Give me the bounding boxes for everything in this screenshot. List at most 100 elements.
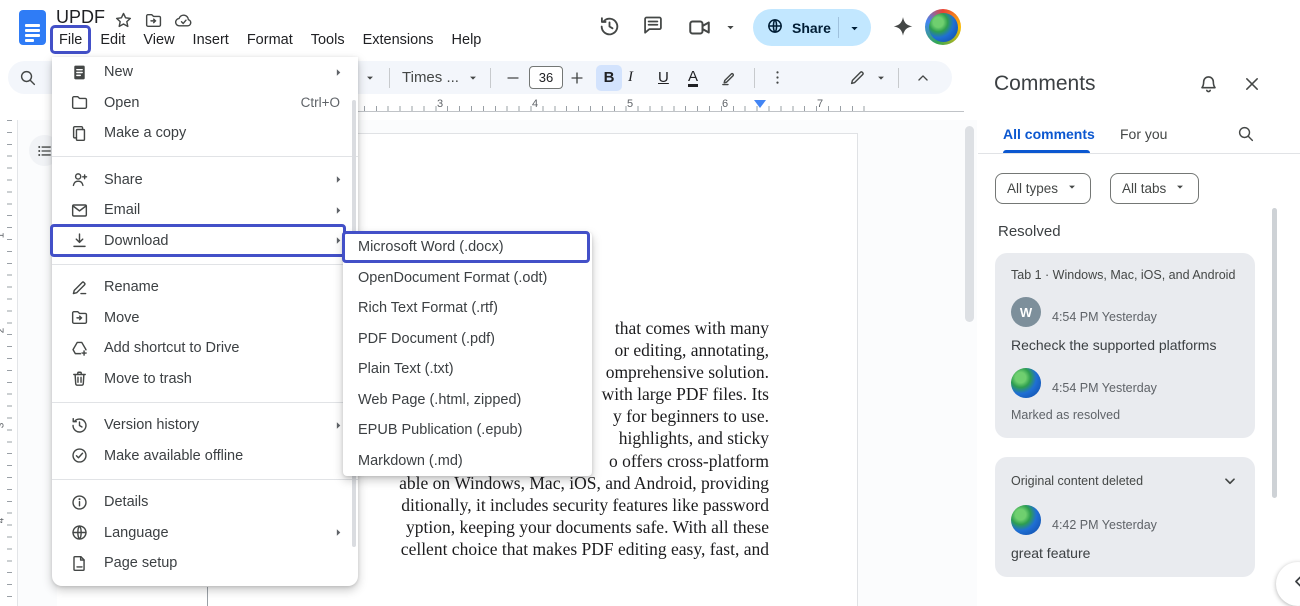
- vertical-ruler: 1234: [0, 120, 13, 606]
- menubar-item-view[interactable]: View: [134, 29, 183, 51]
- version-history-icon[interactable]: [598, 15, 621, 43]
- menu-item-new[interactable]: New: [52, 57, 358, 88]
- menu-item-label: Share: [104, 172, 143, 188]
- chevron-down-icon[interactable]: [1221, 472, 1239, 490]
- submenu-item-pdf-document-pdf[interactable]: PDF Document (.pdf): [343, 324, 592, 355]
- pen-mode-icon[interactable]: [848, 61, 867, 94]
- menubar-item-extensions[interactable]: Extensions: [354, 29, 443, 51]
- pen-dropdown-caret-icon[interactable]: [874, 61, 888, 94]
- menu-item-rename[interactable]: Rename: [52, 272, 358, 303]
- share-button-divider: [838, 17, 839, 38]
- filter-all-tabs[interactable]: All tabs: [1110, 173, 1199, 204]
- menu-item-move[interactable]: Move: [52, 303, 358, 334]
- drive-add-icon: [70, 339, 89, 358]
- share-dropdown-caret-icon[interactable]: [847, 21, 862, 41]
- menu-divider: [52, 264, 358, 265]
- menu-divider: [52, 479, 358, 480]
- menu-item-make-a-copy[interactable]: Make a copy: [52, 118, 358, 149]
- bold-button[interactable]: B: [596, 65, 622, 91]
- italic-button[interactable]: I: [628, 61, 654, 94]
- history-icon: [70, 416, 89, 435]
- font-family-caret-icon[interactable]: [466, 61, 480, 94]
- comment-card[interactable]: Original content deleted4:42 PM Yesterda…: [995, 457, 1255, 577]
- meet-videocam-icon[interactable]: [687, 15, 712, 45]
- filter-all-types[interactable]: All types: [995, 173, 1091, 204]
- trash-icon: [70, 369, 89, 388]
- font-size-input[interactable]: 36: [529, 66, 563, 89]
- font-family-select[interactable]: Times ...: [402, 61, 459, 94]
- globe-icon: [70, 523, 89, 542]
- submenu-item-epub-publication-epub[interactable]: EPUB Publication (.epub): [343, 415, 592, 446]
- increase-font-size-icon[interactable]: [568, 61, 586, 94]
- hide-menus-chevron-up-icon[interactable]: [914, 61, 932, 94]
- filter-label: All types: [1007, 181, 1058, 196]
- email-icon: [70, 201, 89, 220]
- menu-item-share[interactable]: Share: [52, 165, 358, 196]
- menu-item-page-setup[interactable]: Page setup: [52, 548, 358, 579]
- ruler-number: 4: [0, 518, 6, 524]
- notifications-bell-icon[interactable]: [1198, 74, 1219, 100]
- menubar-item-tools[interactable]: Tools: [302, 29, 354, 51]
- text-color-button[interactable]: A: [688, 61, 714, 94]
- comments-scrollbar[interactable]: [1272, 208, 1277, 498]
- search-comments-icon[interactable]: [1236, 124, 1255, 148]
- page-icon: [70, 554, 89, 573]
- ruler-baseline: [352, 111, 964, 112]
- underline-button[interactable]: U: [658, 61, 684, 94]
- menubar-item-help[interactable]: Help: [443, 29, 491, 51]
- submenu-arrow-icon: [331, 525, 346, 540]
- filter-label: All tabs: [1122, 181, 1166, 196]
- horizontal-ruler: 34567: [352, 96, 964, 116]
- comment-cards: Tab 1 · Windows, Mac, iOS, and AndroidW4…: [995, 253, 1255, 577]
- menu-divider: [52, 156, 358, 157]
- submenu-item-markdown-md[interactable]: Markdown (.md): [343, 446, 592, 477]
- submenu-item-opendocument-format-odt[interactable]: OpenDocument Format (.odt): [343, 263, 592, 294]
- menu-item-open[interactable]: OpenCtrl+O: [52, 88, 358, 119]
- submenu-item-web-page-html-zipped[interactable]: Web Page (.html, zipped): [343, 385, 592, 416]
- highlighter-icon[interactable]: [720, 61, 739, 94]
- document-scrollbar[interactable]: [965, 126, 974, 322]
- avatar: W: [1011, 297, 1041, 327]
- styles-dropdown-caret-icon[interactable]: [363, 61, 377, 94]
- person-add-icon: [70, 170, 89, 189]
- menu-item-label: Move to trash: [104, 371, 192, 387]
- google-docs-logo-icon[interactable]: [19, 10, 46, 45]
- submenu-item-rich-text-format-rtf[interactable]: Rich Text Format (.rtf): [343, 293, 592, 324]
- menu-item-move-to-trash[interactable]: Move to trash: [52, 364, 358, 395]
- tab-for-you[interactable]: For you: [1120, 126, 1167, 142]
- avatar: [1011, 368, 1041, 398]
- menubar-item-insert[interactable]: Insert: [184, 29, 238, 51]
- menu-item-label: Make a copy: [104, 125, 186, 141]
- menubar-item-format[interactable]: Format: [238, 29, 302, 51]
- menu-item-language[interactable]: Language: [52, 518, 358, 549]
- tab-all-comments[interactable]: All comments: [1003, 126, 1095, 142]
- meet-dropdown-caret-icon[interactable]: [723, 20, 738, 40]
- search-menus-icon[interactable]: [18, 61, 37, 94]
- menu-item-add-shortcut-to-drive[interactable]: Add shortcut to Drive: [52, 333, 358, 364]
- comment-timestamp: 4:54 PM Yesterday: [1052, 310, 1157, 327]
- menu-item-details[interactable]: Details: [52, 487, 358, 518]
- menu-item-label: Rename: [104, 279, 159, 295]
- comment-card-header: Original content deleted: [1011, 474, 1143, 488]
- ruler-number: 3: [437, 98, 443, 110]
- submenu-item-plain-text-txt[interactable]: Plain Text (.txt): [343, 354, 592, 385]
- comment-card[interactable]: Tab 1 · Windows, Mac, iOS, and AndroidW4…: [995, 253, 1255, 438]
- user-avatar[interactable]: [925, 9, 961, 45]
- share-button-label: Share: [792, 20, 831, 36]
- gemini-sparkle-icon[interactable]: [891, 15, 915, 44]
- menu-item-label: Language: [104, 525, 169, 541]
- menu-item-version-history[interactable]: Version history: [52, 410, 358, 441]
- more-options-icon[interactable]: [768, 61, 787, 94]
- menu-item-make-available-offline[interactable]: Make available offline: [52, 441, 358, 472]
- file-menu: NewOpenCtrl+OMake a copyShareEmailDownlo…: [52, 57, 358, 586]
- decrease-font-size-icon[interactable]: [504, 61, 522, 94]
- menubar-item-edit[interactable]: Edit: [91, 29, 134, 51]
- menu-item-email[interactable]: Email: [52, 195, 358, 226]
- new-document-icon: [70, 63, 89, 82]
- open-comments-icon[interactable]: [642, 14, 664, 41]
- ruler-ticks: [7, 120, 12, 606]
- text-cursor: [207, 587, 208, 606]
- close-panel-icon[interactable]: [1242, 74, 1262, 99]
- tabs-divider: [978, 153, 1300, 154]
- right-indent-marker[interactable]: [754, 100, 766, 108]
